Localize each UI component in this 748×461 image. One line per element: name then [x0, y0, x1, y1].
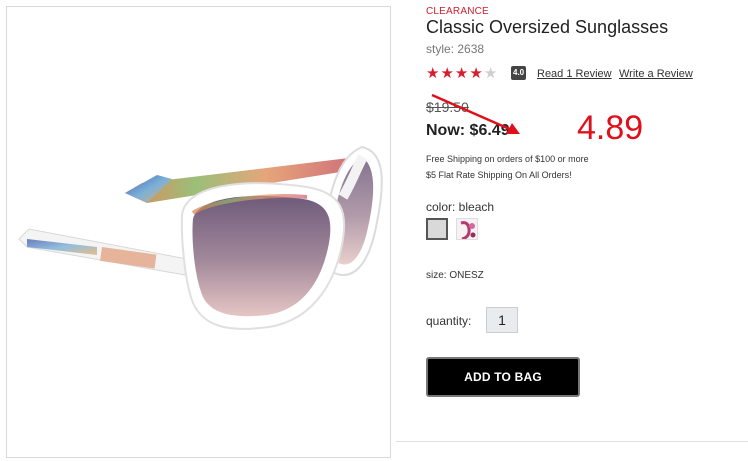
shipping-info-flat-rate: $5 Flat Rate Shipping On All Orders!: [426, 170, 572, 180]
color-label: color: bleach: [426, 200, 495, 214]
color-swatch-pattern[interactable]: [456, 218, 478, 240]
write-review-link[interactable]: Write a Review: [619, 68, 693, 80]
add-to-bag-button[interactable]: ADD TO BAG: [426, 357, 580, 397]
quantity-label: quantity:: [426, 314, 472, 328]
shipping-info-free: Free Shipping on orders of $100 or more: [426, 154, 589, 164]
color-swatch-bleach[interactable]: [426, 218, 448, 240]
product-image-frame[interactable]: [6, 6, 391, 458]
read-review-link[interactable]: Read 1 Review: [537, 68, 612, 80]
quantity-input[interactable]: 1: [486, 307, 518, 333]
annotation-price-note: 4.89: [577, 109, 644, 147]
annotation-arrow-icon: [431, 93, 520, 134]
product-image[interactable]: [7, 7, 392, 459]
size-label: size: ONESZ: [426, 270, 484, 281]
section-divider: [396, 441, 748, 442]
floral-swatch-icon: [457, 219, 477, 239]
